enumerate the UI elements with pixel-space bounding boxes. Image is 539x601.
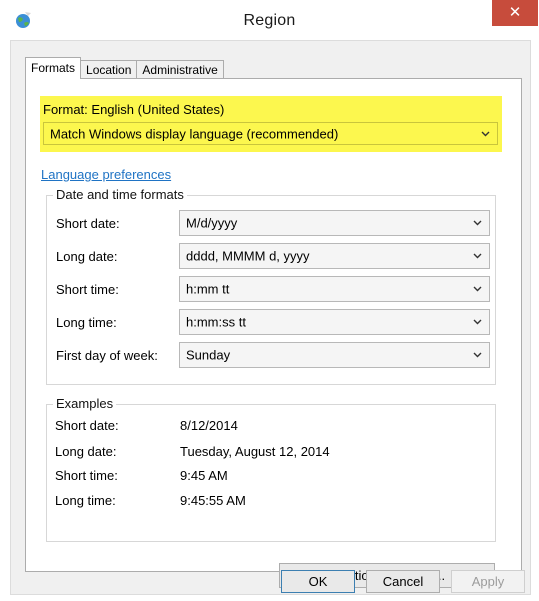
long-time-label: Long time: <box>56 315 117 330</box>
apply-button[interactable]: Apply <box>451 570 525 593</box>
chevron-down-icon <box>473 352 482 358</box>
formats-panel: Format: English (United States) Match Wi… <box>25 78 522 588</box>
example-long-time-label: Long time: <box>55 493 116 508</box>
short-date-label: Short date: <box>56 216 120 231</box>
cancel-button[interactable]: Cancel <box>366 570 440 593</box>
chevron-down-icon <box>473 253 482 259</box>
example-long-date-label: Long date: <box>55 444 117 459</box>
tab-formats[interactable]: Formats <box>25 57 82 79</box>
tab-location[interactable]: Location <box>80 60 138 79</box>
tab-strip: Formats Location Administrative <box>25 57 224 79</box>
format-dropdown[interactable]: Match Windows display language (recommen… <box>43 122 498 145</box>
long-date-label: Long date: <box>56 249 118 264</box>
long-date-dropdown[interactable]: dddd, MMMM d, yyyy <box>179 243 490 269</box>
first-day-of-week-label: First day of week: <box>56 348 158 363</box>
chevron-down-icon <box>473 286 482 292</box>
window-title: Region <box>243 12 296 29</box>
examples-group: Examples Short date: 8/12/2014 Long date… <box>46 396 496 542</box>
examples-title: Examples <box>53 396 117 411</box>
short-date-dropdown[interactable]: M/d/yyyy <box>179 210 490 236</box>
example-short-date-value: 8/12/2014 <box>180 418 238 433</box>
short-time-dropdown[interactable]: h:mm tt <box>179 276 490 302</box>
example-short-time-label: Short time: <box>55 468 118 483</box>
date-time-formats-group: Date and time formats Short date: M/d/yy… <box>46 187 496 385</box>
long-date-value: dddd, MMMM d, yyyy <box>186 248 310 264</box>
date-time-formats-title: Date and time formats <box>53 187 187 202</box>
region-dialog: Region ✕ Formats Location Administrative… <box>0 0 539 601</box>
chevron-down-icon <box>481 131 490 136</box>
language-preferences-link[interactable]: Language preferences <box>41 167 171 182</box>
first-day-of-week-value: Sunday <box>186 347 231 363</box>
example-long-date-value: Tuesday, August 12, 2014 <box>180 444 330 459</box>
short-date-value: M/d/yyyy <box>186 215 238 231</box>
example-short-time-value: 9:45 AM <box>180 468 228 483</box>
close-icon: ✕ <box>508 4 522 21</box>
short-time-label: Short time: <box>56 282 119 297</box>
tab-administrative[interactable]: Administrative <box>136 60 224 79</box>
long-time-value: h:mm:ss tt <box>186 314 246 330</box>
format-highlight: Format: English (United States) Match Wi… <box>40 96 502 152</box>
ok-button[interactable]: OK <box>281 570 355 593</box>
title-bar[interactable]: Region ✕ <box>0 0 539 40</box>
example-long-time-value: 9:45:55 AM <box>180 493 246 508</box>
first-day-of-week-dropdown[interactable]: Sunday <box>179 342 490 368</box>
chevron-down-icon <box>473 319 482 325</box>
example-short-date-label: Short date: <box>55 418 119 433</box>
close-button[interactable]: ✕ <box>492 0 538 26</box>
format-label: Format: English (United States) <box>43 102 225 117</box>
chevron-down-icon <box>473 220 482 226</box>
dialog-body: Formats Location Administrative Format: … <box>10 40 531 595</box>
short-time-value: h:mm tt <box>186 281 230 297</box>
format-dropdown-value: Match Windows display language (recommen… <box>50 126 339 141</box>
long-time-dropdown[interactable]: h:mm:ss tt <box>179 309 490 335</box>
